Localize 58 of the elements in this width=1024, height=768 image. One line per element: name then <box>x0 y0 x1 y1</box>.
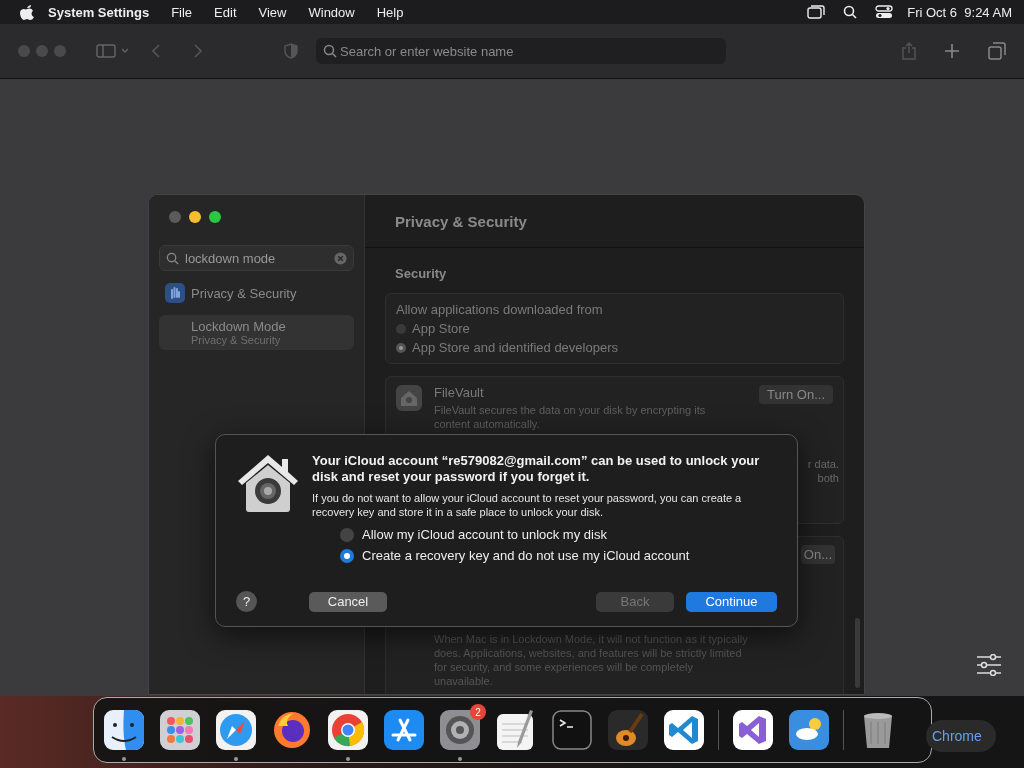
notification-badge: 2 <box>470 704 486 720</box>
radio-label: App Store and identified developers <box>412 340 618 355</box>
menu-item[interactable]: Edit <box>214 4 237 20</box>
control-center-icon[interactable] <box>875 5 894 19</box>
safe-house-icon <box>236 453 300 513</box>
app-menu[interactable]: System Settings <box>48 4 150 20</box>
radio-label[interactable]: Create a recovery key and do not use my iCloud account <box>362 548 690 563</box>
app-icon[interactable] <box>382 708 426 752</box>
app-icon[interactable] <box>158 708 202 752</box>
continue-button[interactable]: Continue <box>686 591 777 612</box>
app-icon[interactable] <box>731 708 775 752</box>
zoom-button[interactable] <box>209 211 221 223</box>
radio-label: App Store <box>412 321 470 336</box>
sidebar-item[interactable]: Lockdown Mode Privacy & Security <box>159 315 354 350</box>
menu-item[interactable]: Window <box>308 4 355 20</box>
app-icon[interactable] <box>606 708 650 752</box>
house-icon <box>396 385 422 411</box>
radio-button[interactable] <box>340 527 354 542</box>
clock[interactable]: Fri Oct 6 9:24 AM <box>907 4 1012 20</box>
clear-icon[interactable] <box>334 252 347 265</box>
new-tab-icon[interactable] <box>944 43 960 59</box>
text-fragment: both <box>817 471 839 485</box>
sliders-icon[interactable] <box>976 654 1002 676</box>
app-icon[interactable] <box>102 708 146 752</box>
search-field[interactable]: lockdown mode <box>159 245 354 271</box>
section-title: Security <box>394 266 448 281</box>
windows-icon[interactable] <box>807 5 826 19</box>
dialog-message: If you do not want to allow your iCloud account to reset your password, you can create a recovery key and store it in a safe place to unlock your disk. <box>312 491 743 519</box>
radio-button[interactable] <box>340 548 354 563</box>
app-icon[interactable] <box>214 708 258 752</box>
radio-button[interactable] <box>396 323 406 334</box>
sidebar-item[interactable]: Privacy & Security <box>159 279 354 307</box>
radio-button[interactable] <box>396 342 406 353</box>
apple-logo-icon[interactable] <box>20 4 34 20</box>
menu-item[interactable]: File <box>171 4 193 20</box>
tabs-overview-icon[interactable] <box>988 42 1006 60</box>
search-icon <box>166 252 179 265</box>
help-button[interactable]: ? <box>236 591 257 612</box>
setting-label: Allow applications downloaded from <box>396 302 604 317</box>
turn-on-button[interactable]: Turn On... <box>758 385 833 404</box>
pane-title: Privacy & Security <box>365 195 864 248</box>
app-icon[interactable] <box>326 708 370 752</box>
menu-item[interactable]: View <box>258 4 287 20</box>
cancel-button[interactable]: Cancel <box>309 591 387 612</box>
radio-label[interactable]: Allow my iCloud account to unlock my disk <box>362 527 607 542</box>
app-label[interactable]: Chrome <box>926 720 996 752</box>
search-icon[interactable] <box>843 5 858 19</box>
menu-item[interactable]: Help <box>376 4 404 20</box>
app-icon[interactable] <box>438 708 482 752</box>
scrollbar[interactable] <box>855 618 860 688</box>
app-icon[interactable] <box>662 708 706 752</box>
setting-title: FileVault <box>434 385 485 400</box>
sidebar-icon[interactable] <box>96 44 128 58</box>
search-icon <box>323 44 337 58</box>
address-field[interactable]: Search or enter website name <box>316 38 726 64</box>
minimize-button[interactable] <box>189 211 201 223</box>
dialog-title: Your iCloud account “re579082@gmail.com” can be used to unlock your disk and reset your password if you forget it. <box>312 453 761 485</box>
app-icon[interactable] <box>787 708 831 752</box>
